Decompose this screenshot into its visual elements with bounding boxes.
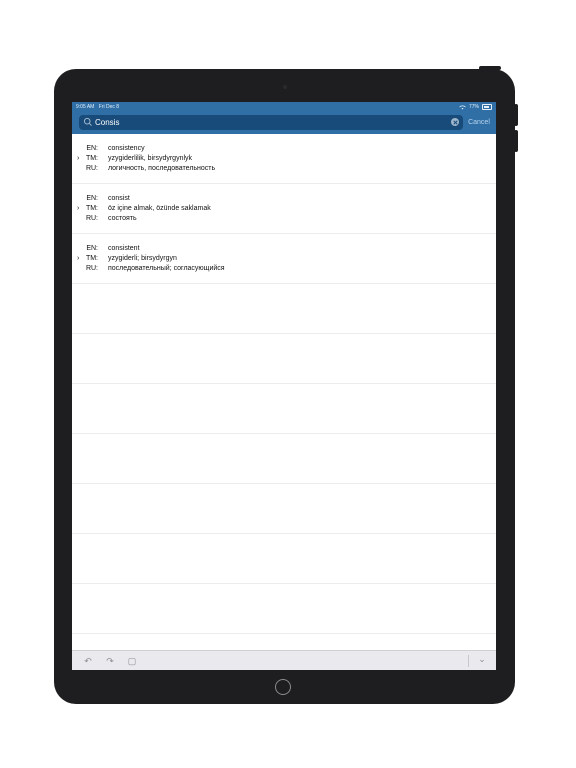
search-icon (83, 117, 92, 126)
list-item[interactable]: EN: consist › TM: öz içine almak, özünde… (72, 184, 496, 234)
status-date: Fri Dec 8 (98, 104, 120, 110)
search-bar: Cancel (72, 112, 496, 134)
en-line: EN: consistent (72, 244, 496, 254)
ru-line: RU: логичность, последовательность (72, 164, 496, 174)
cancel-button[interactable]: Cancel (465, 116, 493, 130)
lang-label: TM: (85, 255, 98, 262)
chevron-right-icon: › (77, 155, 80, 162)
empty-row (72, 584, 496, 634)
tm-text: yzygiderlilik, birsydyrgynlyk (108, 155, 193, 162)
lang-label: EN: (86, 195, 98, 202)
search-input[interactable] (95, 116, 435, 129)
ru-line: RU: последовательный; согласующийся (72, 264, 496, 274)
chevron-right-icon: › (77, 205, 80, 212)
lang-label: RU: (85, 165, 98, 172)
keyboard-toolbar: ↶ ↷ ▢ ⌄ (72, 650, 496, 670)
lang-label: EN: (86, 145, 98, 152)
empty-row (72, 384, 496, 434)
tm-text: öz içine almak, özünde saklamak (108, 205, 211, 212)
search-field[interactable] (79, 115, 463, 130)
status-left: 9:05 AM Fri Dec 8 (76, 102, 119, 112)
status-right: 77% (459, 102, 492, 112)
lang-label: EN: (86, 245, 98, 252)
power-button (514, 130, 518, 152)
chevron-right-icon: › (77, 255, 80, 262)
en-text: consistent (108, 245, 140, 252)
toolbar-divider (468, 655, 469, 667)
top-button (479, 66, 501, 70)
results-list: EN: consistency › TM: yzygiderlilik, bir… (72, 134, 496, 634)
en-text: consistency (108, 145, 145, 152)
ru-text: последовательный; согласующийся (108, 265, 225, 272)
lang-label: TM: (85, 155, 98, 162)
status-time: 9:05 AM (76, 104, 95, 110)
status-bar: 9:05 AM Fri Dec 8 77% (72, 102, 496, 112)
empty-row (72, 334, 496, 384)
paste-icon[interactable]: ▢ (126, 655, 138, 667)
home-button[interactable] (275, 679, 291, 695)
ru-line: RU: состоять (72, 214, 496, 224)
chevron-down-icon[interactable]: ⌄ (476, 653, 488, 665)
battery-icon (482, 104, 492, 110)
lang-label: TM: (85, 205, 98, 212)
redo-icon[interactable]: ↷ (104, 655, 116, 667)
en-line: EN: consistency (72, 144, 496, 154)
battery-percent: 77% (468, 104, 479, 110)
en-text: consist (108, 195, 130, 202)
ru-text: состоять (108, 215, 137, 222)
lang-label: RU: (85, 215, 98, 222)
ru-text: логичность, последовательность (108, 165, 216, 172)
list-item[interactable]: EN: consistency › TM: yzygiderlilik, bir… (72, 134, 496, 184)
list-item[interactable]: EN: consistent › TM: yzygiderli; birsydy… (72, 234, 496, 284)
tm-line: › TM: öz içine almak, özünde saklamak (72, 204, 496, 214)
empty-row (72, 534, 496, 584)
empty-row (72, 434, 496, 484)
clear-search-icon[interactable] (451, 118, 459, 126)
front-camera (283, 85, 287, 89)
undo-icon[interactable]: ↶ (82, 655, 94, 667)
wifi-icon (459, 104, 466, 109)
tm-line: › TM: yzygiderli; birsydyrgyn (72, 254, 496, 264)
tm-line: › TM: yzygiderlilik, birsydyrgynlyk (72, 154, 496, 164)
empty-row (72, 484, 496, 534)
empty-row (72, 284, 496, 334)
tm-text: yzygiderli; birsydyrgyn (108, 255, 177, 262)
app-screen: 9:05 AM Fri Dec 8 77% Cancel EN: (72, 102, 496, 670)
lang-label: RU: (85, 265, 98, 272)
volume-button (514, 104, 518, 126)
en-line: EN: consist (72, 194, 496, 204)
